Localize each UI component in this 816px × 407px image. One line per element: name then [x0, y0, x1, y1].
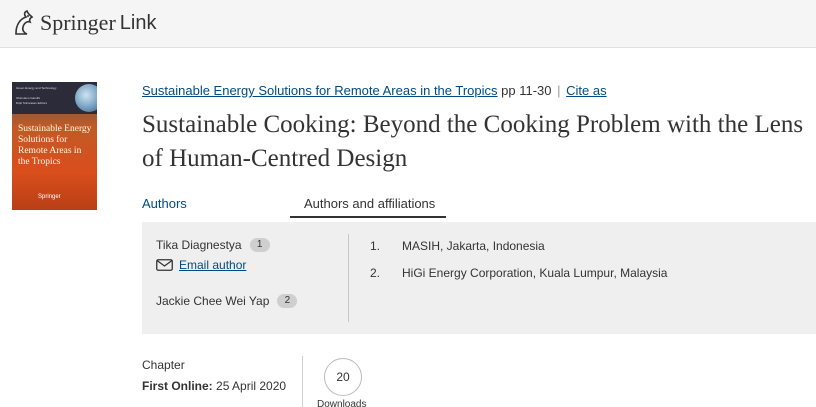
tab-authors-and-affiliations[interactable]: Authors and affiliations: [290, 196, 446, 218]
springerlink-logo[interactable]: Springer Link: [12, 8, 156, 38]
cover-editors-2: Dipti Srinivasan Editors: [16, 101, 48, 105]
affiliation-badge: 1: [249, 238, 270, 252]
author-2: Jackie Chee Wei Yap 2: [156, 294, 298, 308]
brand-springer: Springer: [40, 10, 116, 35]
affiliation-number: 1.: [370, 239, 381, 253]
site-header: Springer Link: [0, 0, 816, 48]
downloads-count[interactable]: 20: [324, 358, 362, 396]
page-range: pp 11-30: [501, 83, 552, 98]
author-name: Jackie Chee Wei Yap: [156, 294, 270, 308]
cover-earth-image: [75, 84, 97, 112]
book-info-line: Sustainable Energy Solutions for Remote …: [142, 83, 607, 98]
affiliation-number: 2.: [370, 266, 381, 280]
affiliation-item: 2. HiGi Energy Corporation, Kuala Lumpur,…: [370, 266, 667, 280]
affiliation-badge: 2: [277, 294, 298, 308]
book-cover[interactable]: Green Energy and Technology Oktoviano Ga…: [12, 82, 97, 210]
cite-as-link[interactable]: Cite as: [566, 83, 606, 98]
chapter-title: Sustainable Cooking: Beyond the Cooking …: [142, 111, 804, 172]
content-type: Chapter: [142, 358, 185, 372]
affiliation-item: 1. MASIH, Jakarta, Indonesia: [370, 239, 545, 253]
author-1: Tika Diagnestya 1: [156, 238, 270, 252]
springer-horse-icon: [15, 9, 34, 35]
authors-affiliations-panel: Tika Diagnestya 1 Email author Jackie Ch…: [142, 222, 816, 334]
cover-series: Green Energy and Technology: [16, 86, 57, 90]
author-name: Tika Diagnestya: [156, 238, 242, 252]
email-author-link[interactable]: Email author: [156, 258, 246, 272]
book-title-link[interactable]: Sustainable Energy Solutions for Remote …: [142, 83, 498, 98]
first-online-date: 25 April 2020: [216, 379, 287, 393]
author-tabs: Authors Authors and affiliations: [142, 192, 816, 218]
panel-divider: [348, 234, 349, 322]
tab-authors[interactable]: Authors: [142, 196, 187, 211]
cover-publisher: Springer: [38, 194, 61, 200]
cover-title: Sustainable Energy Solutions for Remote …: [18, 124, 92, 167]
first-online-label: First Online:: [142, 379, 213, 393]
separator: |: [557, 83, 561, 98]
affiliation-text: HiGi Energy Corporation, Kuala Lumpur, M…: [402, 266, 668, 280]
affiliation-text: MASIH, Jakarta, Indonesia: [402, 239, 545, 253]
envelope-icon: [156, 259, 173, 271]
metrics-divider: [302, 356, 303, 407]
cover-editors-1: Oktoviano Gandhi: [16, 96, 41, 100]
first-online: First Online: 25 April 2020: [142, 379, 286, 393]
downloads-label: Downloads: [317, 399, 367, 407]
brand-link: Link: [119, 11, 157, 34]
email-author-label: Email author: [179, 258, 247, 272]
